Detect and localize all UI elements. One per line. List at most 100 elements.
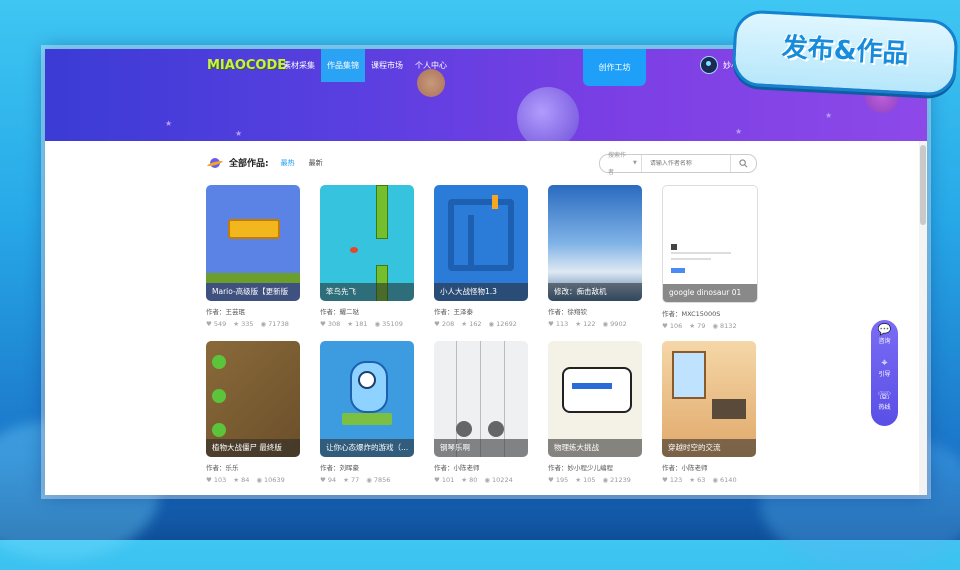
work-thumbnail[interactable]: 物理练大挑战: [548, 341, 642, 457]
work-thumbnail[interactable]: 让你心态爆炸的游戏（...: [320, 341, 414, 457]
stars-stat: ★ 63: [689, 476, 705, 484]
scrollbar-thumb[interactable]: [920, 145, 926, 225]
browser-window: ★ ★ ★ ★ MIAOCODE 素材采集作品集锦课程市场个人中心 创作工坊 妙…: [45, 49, 927, 495]
work-author[interactable]: 作者：耀二哒: [320, 306, 414, 316]
work-author[interactable]: 作者：妙小程少儿编程: [548, 462, 642, 472]
work-thumbnail[interactable]: 钢琴乐啊: [434, 341, 528, 457]
search-icon: [739, 159, 748, 168]
site-logo[interactable]: MIAOCODE: [207, 58, 286, 73]
work-title: 钢琴乐啊: [434, 439, 528, 457]
work-card[interactable]: 修改：痴击敌机 作者：徐翔钦 ♥ 113 ★ 122 ◉ 9902: [548, 185, 642, 328]
work-title: 小人大战怪物1.3: [434, 283, 528, 301]
tab-newest[interactable]: 最新: [309, 158, 323, 168]
nav-item[interactable]: 课程市场: [365, 49, 409, 82]
work-stats: ♥ 208 ★ 162 ◉ 12692: [434, 320, 528, 328]
search-bar: 搜索作者 ▼: [599, 152, 757, 176]
work-card[interactable]: Mario-高级版【更新版 作者：王芸珉 ♥ 549 ★ 335 ◉ 71738: [206, 185, 300, 328]
views-stat: ◉ 35109: [375, 320, 403, 328]
search-type-select[interactable]: 搜索作者 ▼: [600, 152, 642, 176]
work-author[interactable]: 作者：小陈老师: [662, 462, 756, 472]
views-stat: ◉ 9902: [603, 320, 627, 328]
stars-stat: ★ 335: [233, 320, 253, 328]
nav-item[interactable]: 个人中心: [409, 49, 453, 82]
work-title: 笨鸟先飞: [320, 283, 414, 301]
work-thumbnail[interactable]: 穿越时空的交流: [662, 341, 756, 457]
views-stat: ◉ 7856: [366, 476, 390, 484]
nav-item[interactable]: 作品集锦: [321, 49, 365, 82]
eye-icon: ◉: [366, 476, 372, 484]
heart-icon: ♥: [434, 320, 440, 328]
eye-icon: ◉: [488, 320, 495, 328]
work-stats: ♥ 123 ★ 63 ◉ 6140: [662, 476, 756, 484]
work-thumbnail[interactable]: 小人大战怪物1.3: [434, 185, 528, 301]
work-card[interactable]: 小人大战怪物1.3 作者：王泽泰 ♥ 208 ★ 162 ◉ 12692: [434, 185, 528, 328]
likes-count: 106: [669, 322, 683, 330]
stars-stat: ★ 181: [347, 320, 367, 328]
work-author[interactable]: 作者：刘晖豪: [320, 462, 414, 472]
side-button-chat[interactable]: 💬 咨询: [871, 320, 898, 353]
stars-count: 84: [241, 476, 250, 484]
work-card[interactable]: 钢琴乐啊作者：小陈老师 ♥ 101 ★ 80 ◉ 10224: [434, 341, 528, 484]
work-card[interactable]: 让你心态爆炸的游戏（... 作者：刘晖豪 ♥ 94 ★ 77 ◉ 7856: [320, 341, 414, 484]
heart-icon: ♥: [206, 320, 212, 328]
work-author[interactable]: 作者：乐乐: [206, 462, 300, 472]
work-title: 让你心态爆炸的游戏（...: [320, 439, 414, 457]
likes-stat: ♥ 208: [434, 320, 454, 328]
likes-count: 123: [669, 476, 683, 484]
work-thumbnail[interactable]: 植物大战僵尸 最终版: [206, 341, 300, 457]
work-thumbnail[interactable]: 笨鸟先飞: [320, 185, 414, 301]
eye-icon: ◉: [602, 476, 609, 484]
work-card[interactable]: google dinosaur 01 作者：MXC15000S ♥ 106 ★ 79 ◉ 81…: [662, 185, 758, 330]
views-stat: ◉ 10639: [256, 476, 284, 484]
star-icon: ★: [689, 476, 696, 484]
stars-stat: ★ 77: [343, 476, 359, 484]
work-stats: ♥ 101 ★ 80 ◉ 10224: [434, 476, 528, 484]
search-type-label: 搜索作者: [608, 151, 627, 176]
stars-stat: ★ 84: [233, 476, 249, 484]
stars-count: 335: [241, 320, 254, 328]
side-button-label: 热线: [878, 404, 891, 411]
likes-count: 113: [555, 320, 569, 328]
guide-icon: ⌖: [881, 356, 888, 369]
work-thumbnail[interactable]: 修改：痴击敌机: [548, 185, 642, 301]
likes-stat: ♥ 308: [320, 320, 340, 328]
views-count: 7856: [373, 476, 391, 484]
create-workshop-button[interactable]: 创作工坊: [583, 49, 646, 86]
stars-count: 181: [355, 320, 368, 328]
work-card[interactable]: 植物大战僵尸 最终版 作者：乐乐 ♥ 103 ★ 84 ◉ 10639: [206, 341, 300, 484]
phone-icon: ☏: [877, 389, 892, 402]
work-thumbnail[interactable]: Mario-高级版【更新版: [206, 185, 300, 301]
star-icon: ★: [343, 476, 349, 484]
work-title: 植物大战僵尸 最终版: [206, 439, 300, 457]
side-button-phone[interactable]: ☏ 热线: [871, 386, 898, 419]
work-stats: ♥ 549 ★ 335 ◉ 71738: [206, 320, 300, 328]
work-author[interactable]: 作者：王芸珉: [206, 306, 300, 316]
work-card[interactable]: 笨鸟先飞作者：耀二哒 ♥ 308 ★ 181 ◉ 35109: [320, 185, 414, 328]
work-author[interactable]: 作者：王泽泰: [434, 306, 528, 316]
tab-hottest[interactable]: 最热: [281, 158, 295, 168]
search-input[interactable]: [641, 159, 730, 168]
likes-stat: ♥ 94: [320, 476, 336, 484]
views-count: 71738: [268, 320, 289, 328]
work-author[interactable]: 作者：MXC15000S: [662, 308, 756, 318]
search-button[interactable]: [729, 155, 756, 172]
scrollbar[interactable]: [919, 141, 927, 495]
views-count: 6140: [720, 476, 737, 484]
side-button-guide[interactable]: ⌖ 引导: [871, 353, 898, 386]
views-stat: ◉ 71738: [261, 320, 289, 328]
likes-count: 308: [327, 320, 341, 328]
star-icon: ★: [575, 476, 582, 484]
work-card[interactable]: 穿越时空的交流 作者：小陈老师 ♥ 123 ★ 63 ◉ 6140: [662, 341, 756, 484]
side-button-label: 咨询: [878, 338, 891, 345]
star-icon: ★: [575, 320, 582, 328]
work-author[interactable]: 作者：小陈老师: [434, 462, 528, 472]
work-author[interactable]: 作者：徐翔钦: [548, 306, 642, 316]
stars-count: 162: [469, 320, 482, 328]
avatar[interactable]: [700, 56, 718, 74]
work-thumbnail[interactable]: google dinosaur 01: [662, 185, 758, 303]
nav-item[interactable]: 素材采集: [277, 49, 321, 82]
work-card[interactable]: 物理练大挑战 作者：妙小程少儿编程 ♥ 195 ★ 105 ◉ 21239: [548, 341, 642, 484]
likes-stat: ♥ 123: [662, 476, 682, 484]
work-title: google dinosaur 01: [663, 284, 757, 302]
work-title: 物理练大挑战: [548, 439, 642, 457]
